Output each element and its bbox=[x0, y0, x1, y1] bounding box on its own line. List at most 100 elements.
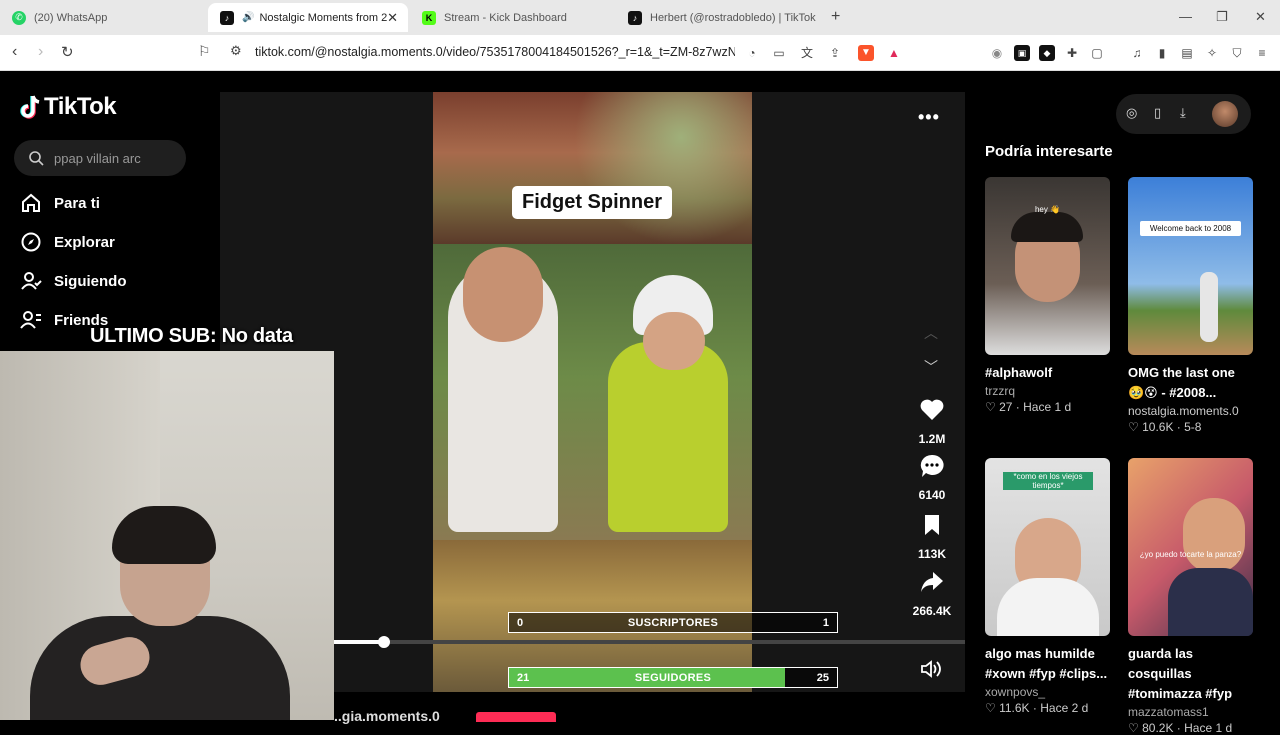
video-thumbnail[interactable]: Welcome back to 2008 bbox=[1128, 177, 1253, 355]
reload-icon[interactable]: ↻ bbox=[61, 43, 74, 61]
video-thumbnail[interactable]: *como en los viejos tiempos* bbox=[985, 458, 1110, 636]
tab-tiktok-video[interactable]: ♪ 🔊 Nostalgic Moments from 201 ✕ bbox=[208, 3, 408, 32]
tab-kick-dashboard[interactable]: K Stream - Kick Dashboard bbox=[410, 3, 615, 32]
tab-tiktok-profile[interactable]: ♪ Herbert (@rostradobledo) | TikTok bbox=[616, 3, 821, 32]
sidebar-item-explorar[interactable]: Explorar bbox=[20, 231, 115, 253]
wallet-icon[interactable]: ▤ bbox=[1179, 45, 1195, 61]
recommended-video-card[interactable]: hey 👋 #alphawolf trzzrq ♡ 27 · Hace 1 d bbox=[985, 177, 1110, 414]
video-thumbnail[interactable]: ¿yo puedo tocarte la panza? bbox=[1128, 458, 1253, 636]
tab-whatsapp[interactable]: ✆ (20) WhatsApp bbox=[0, 3, 205, 32]
bookmark-icon bbox=[925, 515, 939, 535]
bookmark-page-icon[interactable]: ⚐ bbox=[198, 43, 211, 60]
card-author[interactable]: xownpovs_ bbox=[985, 685, 1110, 699]
like-count: 80.2K bbox=[1142, 721, 1174, 735]
thumbnail-figure bbox=[1168, 568, 1253, 636]
save-count: 113K bbox=[917, 547, 947, 561]
tab-title: Nostalgic Moments from 201 bbox=[259, 11, 388, 24]
heart-outline-icon: ♡ bbox=[1128, 420, 1143, 434]
card-age: Hace 1 d bbox=[1184, 721, 1233, 735]
extension-icon[interactable]: ◉ bbox=[989, 45, 1005, 61]
video-progress-fill bbox=[334, 640, 385, 644]
extension-icon[interactable]: ▣ bbox=[1014, 45, 1030, 61]
last-sub-overlay: ULTIMO SUB: No data bbox=[90, 325, 293, 347]
close-tab-icon[interactable]: ✕ bbox=[387, 10, 398, 26]
maximize-icon[interactable]: ❐ bbox=[1216, 9, 1228, 25]
tab-title: (20) WhatsApp bbox=[34, 11, 108, 24]
music-icon[interactable]: ♫ bbox=[1129, 45, 1145, 61]
recommended-video-card[interactable]: *como en los viejos tiempos* algo mas hu… bbox=[985, 458, 1110, 715]
comment-button[interactable]: 6140 bbox=[906, 453, 958, 502]
webcam-person bbox=[30, 616, 290, 720]
back-icon[interactable]: ‹ bbox=[12, 43, 17, 61]
site-settings-icon[interactable]: ⚙ bbox=[230, 43, 242, 59]
followers-goal-bar: SEGUIDORES 21 25 bbox=[508, 667, 838, 688]
leo-ai-icon[interactable]: ✧ bbox=[1204, 45, 1220, 61]
sidebar-item-siguiendo[interactable]: Siguiendo bbox=[20, 270, 127, 292]
recommended-video-card[interactable]: ¿yo puedo tocarte la panza? guarda las c… bbox=[1128, 458, 1253, 735]
brave-rewards-icon[interactable]: ▲ bbox=[886, 45, 902, 61]
like-count: 27 bbox=[999, 400, 1013, 414]
heart-icon bbox=[920, 399, 944, 420]
volume-icon[interactable] bbox=[920, 659, 944, 679]
extension-icon[interactable]: ◆ bbox=[1039, 45, 1055, 61]
heart-outline-icon: ♡ bbox=[985, 400, 1000, 414]
brave-shield-icon[interactable]: ▼ bbox=[858, 45, 874, 61]
share-icon bbox=[921, 572, 943, 592]
card-meta: ♡ 27 · Hace 1 d bbox=[985, 400, 1110, 414]
minimize-icon[interactable]: — bbox=[1179, 9, 1192, 24]
follow-button[interactable] bbox=[476, 712, 556, 722]
more-options-button[interactable]: ••• bbox=[918, 107, 940, 128]
save-button[interactable]: 113K bbox=[906, 512, 958, 561]
sidebar-item-label: Explorar bbox=[54, 233, 115, 251]
thumbnail-text: ¿yo puedo tocarte la panza? bbox=[1139, 550, 1242, 559]
thumbnail-figure bbox=[1011, 212, 1083, 242]
card-title: #alphawolf bbox=[985, 365, 1053, 380]
video-caption: Fidget Spinner bbox=[512, 186, 672, 219]
next-video-icon[interactable]: ﹀ bbox=[924, 357, 938, 377]
vpn-icon[interactable]: ⛉ bbox=[1229, 45, 1245, 61]
sidebar-toggle-icon[interactable]: ▮ bbox=[1154, 45, 1170, 61]
like-count: 10.6K bbox=[1142, 420, 1174, 434]
device-icon[interactable]: ▯ bbox=[1154, 105, 1161, 121]
heart-outline-icon: ♡ bbox=[985, 701, 1000, 715]
previous-video-icon[interactable]: ︿ bbox=[924, 323, 938, 343]
menu-icon[interactable]: ≡ bbox=[1254, 45, 1270, 61]
recommended-video-card[interactable]: Welcome back to 2008 OMG the last one 🥹😵… bbox=[1128, 177, 1253, 434]
translate-icon[interactable]: 文 bbox=[799, 45, 815, 61]
sidebar-item-label: Siguiendo bbox=[54, 272, 127, 290]
tiktok-icon: ♪ bbox=[628, 10, 642, 25]
search-input[interactable]: ppap villain arc bbox=[14, 140, 186, 176]
card-author[interactable]: nostalgia.moments.0 bbox=[1128, 404, 1253, 418]
card-author[interactable]: mazzatomass1 bbox=[1128, 705, 1253, 719]
media-icon[interactable]: ◔ bbox=[744, 45, 760, 61]
card-title: OMG the last one 🥹😵 - #2008... bbox=[1128, 365, 1235, 400]
thumbnail-figure bbox=[1183, 498, 1245, 573]
tiktok-logo[interactable]: TikTok bbox=[20, 93, 117, 121]
extension-icon[interactable]: ▢ bbox=[1089, 45, 1105, 61]
video-thumbnail[interactable]: hey 👋 bbox=[985, 177, 1110, 355]
card-meta: ♡ 80.2K · Hace 1 d bbox=[1128, 721, 1253, 735]
video-player[interactable] bbox=[433, 92, 752, 692]
download-icon[interactable]: ⤓ bbox=[1180, 105, 1186, 121]
sidebar-item-para-ti[interactable]: Para ti bbox=[20, 192, 100, 214]
avatar[interactable] bbox=[1212, 101, 1238, 127]
like-button[interactable]: 1.2M bbox=[906, 397, 958, 446]
new-tab-button[interactable]: + bbox=[831, 8, 840, 26]
card-author[interactable]: trzzrq bbox=[985, 384, 1110, 398]
url-field[interactable]: tiktok.com/@nostalgia.moments.0/video/75… bbox=[255, 45, 735, 59]
like-count: 1.2M bbox=[918, 432, 946, 446]
heart-outline-icon: ♡ bbox=[1128, 721, 1143, 735]
extensions-puzzle-icon[interactable]: ✚ bbox=[1064, 45, 1080, 61]
forward-icon[interactable]: › bbox=[38, 43, 43, 61]
card-title: algo mas humilde #xown #fyp #clips... bbox=[985, 646, 1108, 681]
video-figure bbox=[463, 247, 543, 342]
video-progress-bar[interactable] bbox=[334, 636, 965, 648]
video-author[interactable]: ..gia.moments.0 bbox=[334, 708, 440, 724]
coins-icon[interactable]: ◎ bbox=[1126, 105, 1137, 121]
close-window-icon[interactable]: ✕ bbox=[1255, 9, 1266, 25]
compass-icon bbox=[21, 232, 41, 252]
cast-icon[interactable]: ▭ bbox=[771, 45, 787, 61]
share-page-icon[interactable]: ⇪ bbox=[827, 45, 843, 61]
share-button[interactable]: 266.4K bbox=[906, 569, 958, 618]
video-figure bbox=[608, 342, 728, 532]
